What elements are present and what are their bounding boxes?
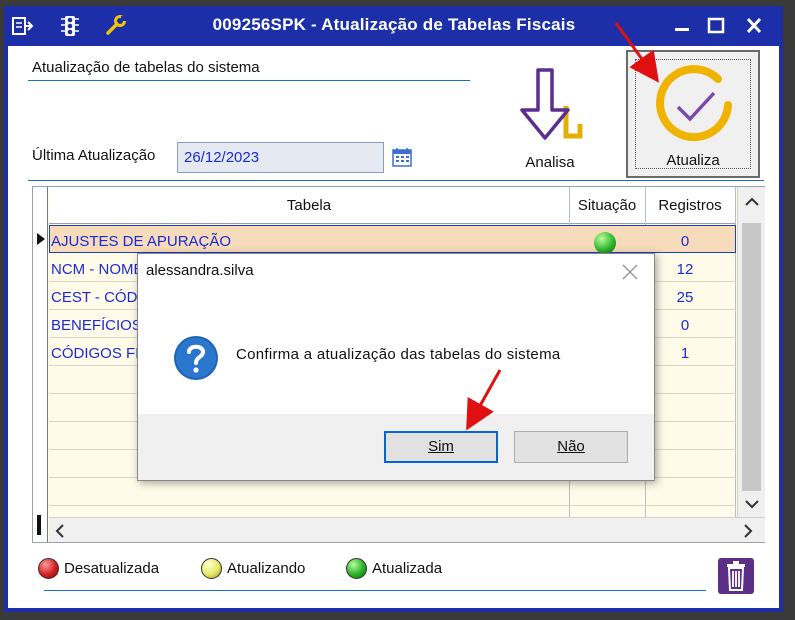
row-divider (49, 505, 736, 506)
atualiza-button[interactable]: Atualiza (626, 50, 760, 178)
dialog-title: alessandra.silva (146, 262, 254, 279)
column-header-tabela[interactable]: Tabela (49, 197, 569, 214)
dialog-message: Confirma a atualização das tabelas do si… (236, 346, 561, 363)
analisa-label: Analisa (525, 154, 575, 171)
table-row-registros: 1 (680, 345, 690, 362)
delete-button[interactable] (718, 558, 754, 594)
confirm-dialog: alessandra.silva Confirma a atualização … (137, 253, 655, 481)
table-row-registros: 25 (676, 289, 694, 306)
nao-button[interactable]: Não (514, 431, 628, 463)
scroll-down-icon[interactable] (745, 499, 759, 509)
row-indicator-column (33, 187, 48, 542)
legend-label: Atualizando (227, 560, 306, 577)
atualiza-label: Atualiza (666, 152, 720, 169)
table-row-name[interactable]: NCM - NOME (51, 261, 144, 278)
header-divider (28, 180, 764, 181)
check-circle-icon (656, 65, 732, 142)
table-row-name[interactable]: CEST - CÓD (51, 289, 137, 306)
footer-divider (44, 590, 706, 591)
status-indicator-green (594, 232, 616, 254)
column-header-situacao[interactable]: Situação (569, 197, 645, 214)
download-arrow-icon (520, 68, 583, 140)
question-icon (174, 336, 218, 380)
section-title: Atualização de tabelas do sistema (32, 59, 260, 76)
legend-atualizando: Atualizando (201, 558, 305, 579)
table-row-registros: 0 (680, 317, 690, 334)
exit-icon[interactable] (10, 15, 34, 37)
legend-label: Desatualizada (64, 560, 160, 577)
traffic-light-icon[interactable] (58, 15, 82, 37)
row-pointer-icon (37, 233, 45, 245)
legend-desatualizada: Desatualizada (38, 558, 159, 579)
status-dot-yellow (201, 558, 222, 579)
table-row-registros: 0 (680, 233, 690, 250)
nao-label: Não (557, 438, 585, 455)
trash-icon (727, 561, 745, 591)
title-bar: 009256SPK - Atualização de Tabelas Fisca… (4, 6, 783, 46)
horizontal-scrollbar[interactable] (49, 517, 765, 542)
dialog-close-icon[interactable] (620, 262, 640, 282)
grid-header: Tabela Situação Registros (49, 187, 736, 224)
status-dot-green (346, 558, 367, 579)
section-divider (28, 80, 470, 81)
maximize-icon[interactable] (703, 14, 729, 38)
table-row-name[interactable]: AJUSTES DE APURAÇÃO (51, 233, 231, 250)
legend-atualizada: Atualizada (346, 558, 442, 579)
vertical-scroll-thumb[interactable] (742, 223, 761, 491)
table-row-name[interactable]: BENEFÍCIOS (51, 317, 142, 334)
minimize-icon[interactable] (669, 14, 695, 38)
scroll-left-icon[interactable] (55, 524, 65, 538)
sim-button[interactable]: Sim (384, 431, 498, 463)
ultima-atualizacao-field[interactable] (177, 142, 384, 173)
status-dot-red (38, 558, 59, 579)
vertical-scrollbar[interactable] (737, 187, 765, 517)
scroll-up-icon[interactable] (745, 197, 759, 207)
analisa-button[interactable]: Analisa (510, 62, 590, 182)
legend-label: Atualizada (372, 560, 443, 577)
dialog-footer: Sim Não (138, 414, 654, 480)
scroll-right-icon[interactable] (743, 524, 753, 538)
wrench-icon[interactable] (104, 15, 128, 37)
column-header-registros[interactable]: Registros (645, 197, 735, 214)
table-row-registros: 12 (676, 261, 694, 278)
window-title: 009256SPK - Atualização de Tabelas Fisca… (212, 15, 576, 34)
sim-label: Sim (428, 438, 454, 455)
row-caret (37, 515, 41, 535)
ultima-atualizacao-label: Última Atualização (32, 147, 156, 164)
table-row-name[interactable]: CÓDIGOS FI (51, 345, 139, 362)
close-icon[interactable] (741, 14, 767, 38)
calendar-icon[interactable] (391, 146, 413, 168)
